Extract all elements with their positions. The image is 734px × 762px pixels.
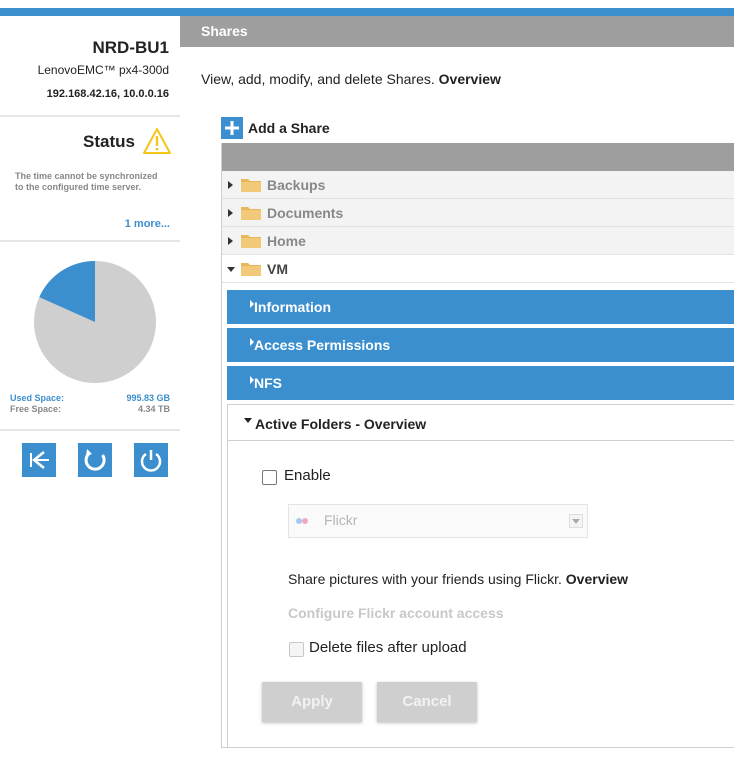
delete-after-upload-label: Delete files after upload: [309, 639, 467, 656]
add-share-label: Add a Share: [248, 120, 330, 136]
collapse-arrow-icon: [244, 418, 252, 423]
status-title: Status: [83, 132, 135, 151]
folder-icon: [241, 235, 261, 248]
sidebar-divider: [0, 429, 180, 431]
folder-icon: [241, 263, 261, 276]
active-folders-header[interactable]: Active Folders - Overview: [228, 405, 734, 441]
top-accent-bar: [0, 8, 734, 16]
sidebar-divider: [0, 240, 180, 242]
section-label: Information: [254, 299, 331, 315]
flickr-overview-link[interactable]: Overview: [566, 571, 628, 587]
chevron-down-icon[interactable]: [569, 514, 583, 528]
folder-icon: [241, 179, 261, 192]
service-select-value: Flickr: [324, 512, 358, 528]
shares-list: Backups Documents Home VM Information Ac…: [221, 143, 734, 748]
configure-flickr-link[interactable]: Configure Flickr account access: [288, 605, 504, 621]
cancel-button[interactable]: Cancel: [377, 682, 477, 722]
service-select[interactable]: Flickr: [288, 504, 588, 538]
device-ip: 192.168.42.16, 10.0.0.16: [46, 88, 169, 100]
refresh-icon: [84, 449, 106, 471]
page-title: Shares: [201, 23, 248, 39]
expand-arrow-icon: [228, 209, 233, 217]
share-row-vm[interactable]: VM: [222, 255, 734, 283]
warning-icon[interactable]: [142, 127, 172, 155]
shares-list-header: [222, 143, 734, 171]
power-button[interactable]: [134, 443, 168, 477]
share-row-backups[interactable]: Backups: [222, 171, 734, 199]
sidebar: NRD-BU1 LenovoEMC™ px4-300d 192.168.42.1…: [0, 16, 180, 762]
page-content: View, add, modify, and delete Shares. Ov…: [180, 47, 734, 762]
refresh-button[interactable]: [78, 443, 112, 477]
apply-button[interactable]: Apply: [262, 682, 362, 722]
section-label: Active Folders - Overview: [255, 416, 427, 432]
page-header: Shares: [180, 16, 734, 47]
free-space-label: Free Space:: [10, 404, 62, 414]
identify-icon: [30, 451, 49, 469]
section-label: Access Permissions: [254, 337, 391, 353]
used-space-label: Used Space:: [10, 393, 65, 403]
plus-icon: [221, 117, 243, 139]
more-status-link[interactable]: 1 more...: [125, 218, 170, 230]
enable-checkbox[interactable]: [262, 470, 277, 485]
flickr-icon: [296, 518, 308, 524]
storage-pie-chart: [34, 261, 156, 383]
status-message: The time cannot be synchronized to the c…: [15, 171, 158, 192]
free-space-value: 4.34 TB: [137, 404, 170, 414]
page-description-text: View, add, modify, and delete Shares.: [201, 71, 435, 87]
page-description: View, add, modify, and delete Shares. Ov…: [201, 71, 501, 87]
flickr-description-text: Share pictures with your friends using F…: [288, 571, 562, 587]
device-model: LenovoEMC™ px4-300d: [37, 63, 169, 77]
share-name: Home: [267, 233, 306, 249]
share-row-documents[interactable]: Documents: [222, 199, 734, 227]
device-name: NRD-BU1: [92, 38, 170, 57]
share-name: Backups: [267, 177, 326, 193]
share-row-home[interactable]: Home: [222, 227, 734, 255]
share-name: Documents: [267, 205, 344, 221]
delete-after-upload-checkbox[interactable]: [289, 642, 304, 657]
section-label: NFS: [254, 375, 282, 391]
folder-icon: [241, 207, 261, 220]
expand-arrow-icon: [228, 237, 233, 245]
section-active-folders: Active Folders - Overview Enable Flickr …: [227, 404, 734, 748]
section-information[interactable]: Information: [227, 290, 734, 324]
sidebar-divider: [0, 115, 180, 117]
main-panel: Shares View, add, modify, and delete Sha…: [180, 16, 734, 762]
share-name: VM: [267, 261, 288, 277]
section-access-permissions[interactable]: Access Permissions: [227, 328, 734, 362]
section-nfs[interactable]: NFS: [227, 366, 734, 400]
power-icon: [140, 450, 162, 472]
expand-arrow-icon: [228, 181, 233, 189]
used-space-value: 995.83 GB: [126, 393, 170, 403]
flickr-description: Share pictures with your friends using F…: [288, 571, 628, 587]
overview-link[interactable]: Overview: [439, 71, 501, 87]
collapse-arrow-icon: [227, 267, 235, 272]
enable-label: Enable: [284, 467, 331, 484]
identify-button[interactable]: [22, 443, 56, 477]
